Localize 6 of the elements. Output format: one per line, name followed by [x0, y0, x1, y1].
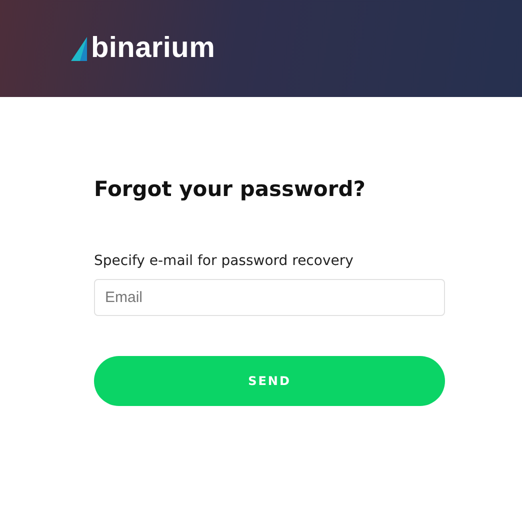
form-title: Forgot your password? — [94, 177, 366, 201]
field-label: Specify e-mail for password recovery — [94, 253, 354, 269]
send-button[interactable]: SEND — [94, 356, 445, 406]
email-field[interactable]: Email — [94, 279, 445, 316]
logo-icon — [71, 36, 87, 60]
logo-text: binarium — [91, 32, 216, 65]
